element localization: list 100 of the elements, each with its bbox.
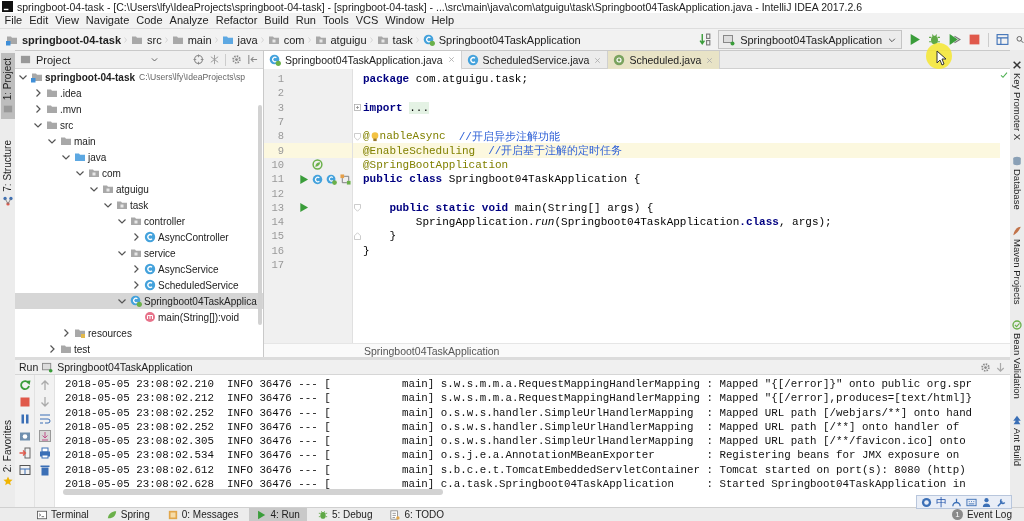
menu-item[interactable]: Build xyxy=(260,14,293,27)
input-mode-indicator[interactable]: 中 xyxy=(936,494,947,510)
bug-icon[interactable] xyxy=(928,33,941,46)
fold-marker-icon[interactable] xyxy=(353,203,362,213)
menu-item[interactable]: Window xyxy=(381,14,428,27)
breadcrumb[interactable]: springboot-04-task xyxy=(4,33,123,46)
scroll-to-end-icon[interactable] xyxy=(38,430,51,442)
tree-row[interactable]: .mvn xyxy=(15,101,263,117)
tree-row[interactable]: atguigu xyxy=(15,181,263,197)
sort-icon[interactable] xyxy=(699,33,713,46)
breadcrumb[interactable]: src xyxy=(129,33,164,46)
menu-item[interactable]: Refactor xyxy=(212,14,261,27)
project-structure-icon[interactable] xyxy=(996,33,1009,46)
download-icon[interactable] xyxy=(995,361,1006,373)
tool-window-tab[interactable]: Database xyxy=(1010,154,1024,212)
menu-item[interactable]: Help xyxy=(427,14,458,27)
tree-row[interactable]: test xyxy=(15,341,263,357)
breadcrumb[interactable]: main xyxy=(169,33,214,46)
tree-row[interactable]: AsyncService xyxy=(15,261,263,277)
tool-window-tab[interactable]: 1: Project xyxy=(0,53,15,120)
hide-icon[interactable] xyxy=(247,54,258,65)
run-icon[interactable] xyxy=(298,173,309,185)
tree-row[interactable]: Springboot04TaskApplica xyxy=(15,293,263,309)
breadcrumb[interactable]: com xyxy=(265,33,307,46)
tool-window-tab[interactable]: 4: Run xyxy=(249,508,307,521)
search-icon[interactable] xyxy=(1016,33,1024,46)
run-tab[interactable]: Springboot04TaskApplication xyxy=(57,361,193,373)
run-configuration-dropdown[interactable]: Springboot04TaskApplication xyxy=(718,30,902,49)
tree-row[interactable]: java xyxy=(15,149,263,165)
tree-row[interactable]: main(String[]):void xyxy=(15,309,263,325)
fold-marker-icon[interactable] xyxy=(353,131,362,141)
menu-item[interactable]: Run xyxy=(292,14,320,27)
menu-item[interactable]: View xyxy=(51,14,83,27)
soft-wrap-icon[interactable] xyxy=(38,413,51,425)
scrollbar[interactable] xyxy=(63,489,443,495)
tool-window-tab[interactable]: Terminal xyxy=(30,508,96,521)
tree-row[interactable]: task xyxy=(15,197,263,213)
camera-icon[interactable] xyxy=(18,430,31,442)
tool-window-tab[interactable]: 6: TODO xyxy=(383,508,452,521)
breadcrumb[interactable]: java xyxy=(219,33,260,46)
tree-row[interactable]: springboot-04-task C:\Users\lfy\IdeaProjects\sp xyxy=(15,69,263,85)
breadcrumb[interactable]: Springboot04TaskApplication xyxy=(264,343,1010,357)
menu-item[interactable]: Analyze xyxy=(166,14,213,27)
tool-window-tab[interactable]: 0: Messages xyxy=(160,508,246,521)
event-log-link[interactable]: Event Log xyxy=(966,509,1012,520)
trash-icon[interactable] xyxy=(38,464,51,476)
input-method-icon[interactable] xyxy=(921,496,932,508)
tool-window-tab[interactable]: Spring xyxy=(99,508,157,521)
run-icon[interactable] xyxy=(298,202,309,214)
tree-row[interactable]: service xyxy=(15,245,263,261)
menu-item[interactable]: Code xyxy=(132,14,167,27)
exit-icon[interactable] xyxy=(18,447,31,459)
target-icon[interactable] xyxy=(193,54,204,65)
keyboard-icon[interactable] xyxy=(966,496,977,508)
scrollbar[interactable] xyxy=(258,105,262,325)
breadcrumb[interactable]: Springboot04TaskApplication xyxy=(420,33,583,46)
coverage-icon[interactable] xyxy=(948,33,961,46)
collapse-icon[interactable] xyxy=(209,54,220,65)
tree-row[interactable]: AsyncController xyxy=(15,229,263,245)
menu-item[interactable]: Navigate xyxy=(82,14,133,27)
tree-row[interactable]: controller xyxy=(15,213,263,229)
tree-row[interactable]: ScheduledService xyxy=(15,277,263,293)
menu-item[interactable]: VCS xyxy=(352,14,382,27)
menu-item[interactable]: File xyxy=(1,14,26,27)
tool-window-tab[interactable]: Bean Validation xyxy=(1010,318,1024,402)
tree-row[interactable]: resources xyxy=(15,325,263,341)
editor-tab[interactable]: Springboot04TaskApplication.java xyxy=(264,51,462,70)
tree-row[interactable]: .idea xyxy=(15,85,263,101)
wrench-icon[interactable] xyxy=(996,496,1007,508)
user-icon[interactable] xyxy=(981,496,992,508)
editor-tab[interactable]: Scheduled.java xyxy=(608,51,721,69)
stop-icon[interactable] xyxy=(18,396,31,408)
tool-window-tab[interactable]: 7: Structure xyxy=(0,135,15,211)
tree-row[interactable]: src xyxy=(15,117,263,133)
tool-window-tab[interactable]: Key Promoter X xyxy=(1010,58,1024,143)
tree-row[interactable]: com xyxy=(15,165,263,181)
lightbulb-icon[interactable] xyxy=(369,130,380,142)
breadcrumb[interactable]: atguigu xyxy=(312,33,369,46)
tool-window-tab[interactable]: 2: Favorites xyxy=(0,414,15,491)
menu-item[interactable]: Tools xyxy=(319,14,353,27)
settings-icon[interactable] xyxy=(231,54,242,65)
tool-window-tab[interactable]: Ant Build xyxy=(1010,413,1024,469)
layout-icon[interactable] xyxy=(18,464,31,476)
run-icon[interactable] xyxy=(908,33,921,46)
menu-item[interactable]: Edit xyxy=(25,14,52,27)
caret-icon[interactable] xyxy=(150,55,159,64)
close-icon[interactable] xyxy=(446,55,456,64)
rerun-icon[interactable] xyxy=(18,379,31,391)
down-arrow-icon[interactable] xyxy=(38,396,51,408)
fold-marker-icon[interactable] xyxy=(353,231,362,241)
breadcrumb[interactable]: task xyxy=(374,33,415,46)
keyword: public static void xyxy=(388,201,509,214)
tree-row[interactable]: main xyxy=(15,133,263,149)
tool-window-tab[interactable]: 5: Debug xyxy=(310,508,380,521)
fold-marker-icon[interactable] xyxy=(353,103,362,113)
tool-window-tab[interactable]: Maven Projects xyxy=(1010,223,1024,307)
settings-icon[interactable] xyxy=(980,361,991,373)
print-icon[interactable] xyxy=(38,447,51,459)
input-method-toolbar[interactable]: 中 xyxy=(916,495,1012,509)
stop-icon[interactable] xyxy=(968,33,981,46)
